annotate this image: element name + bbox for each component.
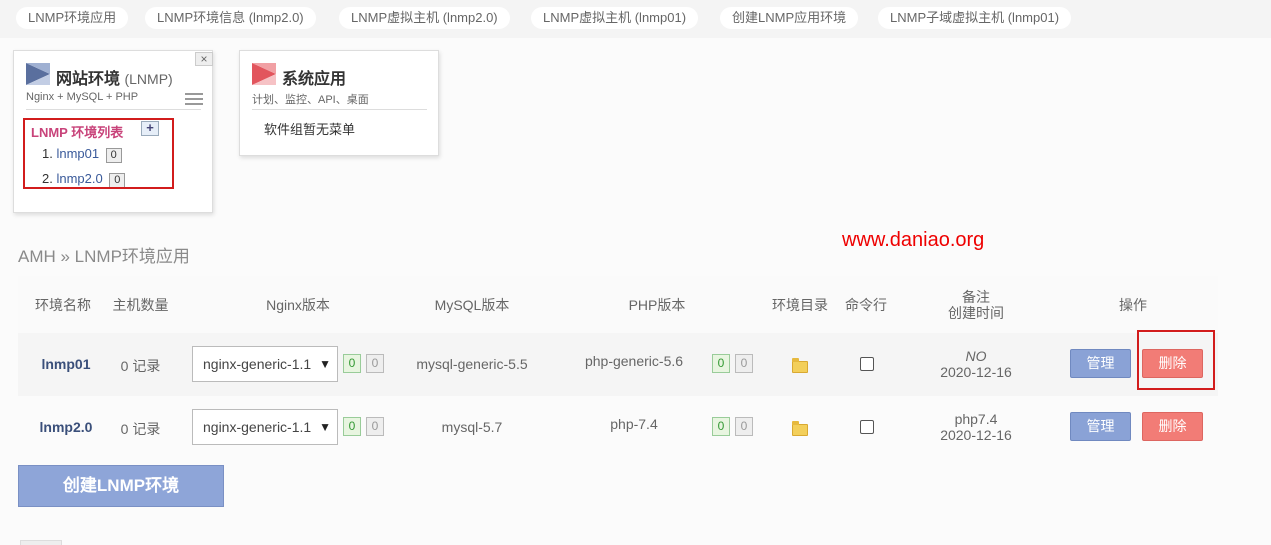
site-env-subtitle: Nginx + MySQL + PHP	[26, 91, 139, 103]
col-note: 备注	[962, 289, 990, 305]
watermark: www.daniao.org	[842, 229, 985, 251]
php-version: php-7.4	[610, 416, 658, 432]
env-name[interactable]: lnmp2.0	[18, 419, 114, 435]
highlight-box	[23, 118, 174, 189]
manage-button[interactable]: 管理	[1070, 412, 1131, 441]
close-icon[interactable]: ×	[195, 52, 213, 66]
cmd-checkbox[interactable]	[860, 357, 874, 371]
nginx-count-green[interactable]: 0	[343, 417, 361, 436]
system-apps-title: 系统应用	[282, 71, 347, 88]
nginx-count-gray[interactable]: 0	[366, 417, 384, 436]
manage-button[interactable]: 管理	[1070, 349, 1131, 378]
nginx-count-green[interactable]: 0	[343, 354, 361, 373]
folder-icon[interactable]	[792, 358, 808, 373]
divider	[26, 109, 201, 110]
note: php7.4	[954, 411, 998, 427]
dropdown-arrow-icon: ▼	[315, 410, 331, 444]
col-ops: 操作	[1119, 297, 1147, 313]
cmd-checkbox[interactable]	[860, 420, 874, 434]
system-apps-subtitle: 计划、监控、API、桌面	[252, 94, 369, 106]
php-count-gray[interactable]: 0	[735, 417, 753, 436]
tab-vhost-lnmp20[interactable]: LNMP虚拟主机 (lnmp2.0)	[339, 7, 510, 29]
pager-stub	[20, 540, 62, 545]
col-created: 创建时间	[948, 305, 1004, 321]
col-dir: 环境目录	[772, 297, 828, 313]
site-env-icon	[26, 63, 50, 85]
folder-icon[interactable]	[792, 421, 808, 436]
col-mysql: MySQL版本	[434, 297, 510, 313]
nginx-count-gray[interactable]: 0	[366, 354, 384, 373]
highlight-box	[1137, 330, 1215, 390]
host-count: 0 记录	[120, 421, 161, 437]
mysql-version: mysql-generic-5.5	[416, 356, 528, 372]
col-php: PHP版本	[628, 297, 686, 313]
nginx-version-value: nginx-generic-1.1	[203, 356, 312, 372]
nginx-version-select[interactable]: nginx-generic-1.1 ▼	[192, 346, 338, 382]
php-count-gray[interactable]: 0	[735, 354, 753, 373]
table-row: lnmp2.0 0 记录 nginx-generic-1.1 ▼ 0 0 mys…	[18, 396, 1218, 459]
tab-lnmp-app[interactable]: LNMP环境应用	[16, 7, 129, 29]
dropdown-arrow-icon: ▼	[315, 347, 331, 381]
menu-icon[interactable]	[185, 93, 203, 105]
col-name: 环境名称	[35, 297, 91, 313]
php-count-green[interactable]: 0	[712, 354, 730, 373]
mysql-version: mysql-5.7	[441, 419, 503, 435]
system-apps-panel: 系统应用 计划、监控、API、桌面 软件组暂无菜单	[239, 50, 439, 156]
create-env-button[interactable]: 创建LNMP环境	[18, 465, 224, 507]
tab-vhost-lnmp01[interactable]: LNMP虚拟主机 (lnmp01)	[531, 7, 699, 29]
created-date: 2020-12-16	[940, 427, 1012, 443]
nginx-version-value: nginx-generic-1.1	[203, 419, 312, 435]
col-cmd: 命令行	[845, 297, 887, 313]
php-version: php-generic-5.6	[584, 353, 684, 369]
env-name[interactable]: lnmp01	[18, 356, 114, 372]
col-nginx: Nginx版本	[266, 297, 330, 313]
system-apps-icon	[252, 63, 276, 85]
system-apps-empty: 软件组暂无菜单	[264, 122, 356, 137]
nginx-version-select[interactable]: nginx-generic-1.1 ▼	[192, 409, 338, 445]
site-env-title: 网站环境	[56, 71, 121, 88]
tab-create-env[interactable]: 创建LNMP应用环境	[720, 7, 859, 29]
created-date: 2020-12-16	[940, 364, 1012, 380]
php-count-green[interactable]: 0	[712, 417, 730, 436]
top-tab-bar: LNMP环境应用 LNMP环境信息 (lnmp2.0) LNMP虚拟主机 (ln…	[0, 0, 1271, 38]
host-count: 0 记录	[120, 358, 161, 374]
table-header: 环境名称 主机数量 Nginx版本 MySQL版本 PHP版本 环境目录 命令行…	[18, 276, 1218, 333]
site-env-title-suffix: (LNMP)	[124, 71, 173, 87]
divider	[252, 109, 427, 110]
tab-lnmp-info[interactable]: LNMP环境信息 (lnmp2.0)	[145, 7, 316, 29]
breadcrumb: AMH » LNMP环境应用	[18, 247, 190, 266]
col-hosts: 主机数量	[112, 297, 169, 313]
table-row: lnmp01 0 记录 nginx-generic-1.1 ▼ 0 0 mysq…	[18, 333, 1218, 396]
note: NO	[965, 348, 987, 364]
delete-button[interactable]: 删除	[1142, 412, 1203, 441]
tab-subdomain-vhost[interactable]: LNMP子域虚拟主机 (lnmp01)	[878, 7, 1072, 29]
